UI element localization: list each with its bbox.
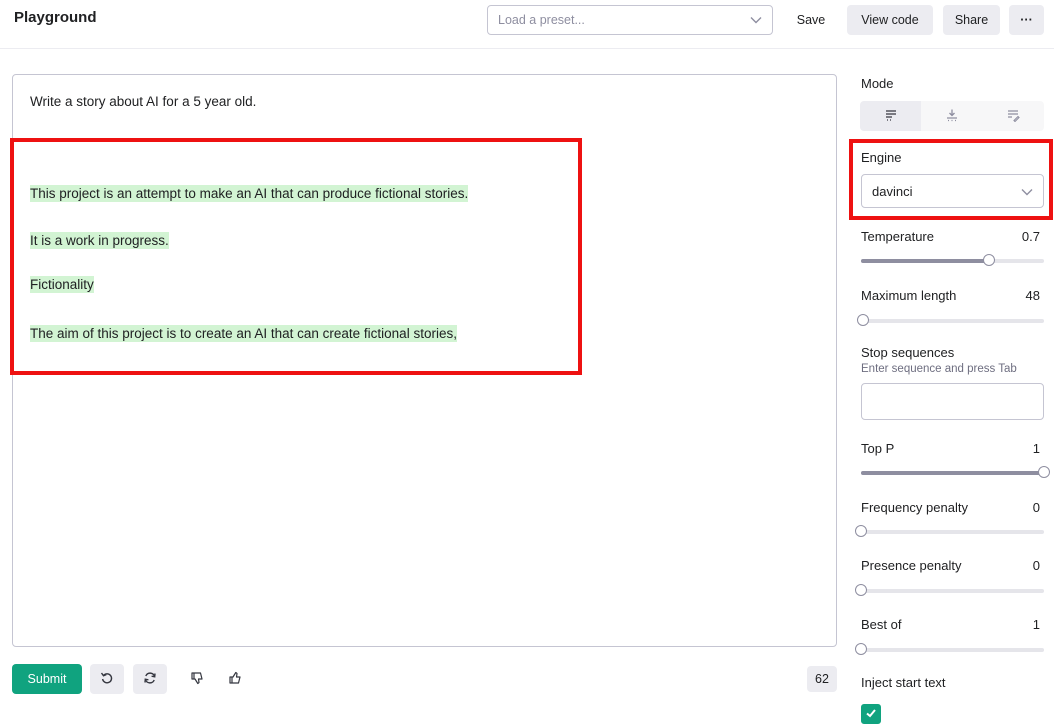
presence-penalty-label: Presence penalty	[861, 558, 962, 573]
mode-complete-button[interactable]	[860, 101, 922, 131]
engine-highlight-box	[849, 139, 1053, 220]
presence-penalty-value: 0	[1032, 558, 1040, 573]
stop-sequences-hint: Enter sequence and press Tab	[861, 363, 1017, 375]
best-of-slider[interactable]	[855, 643, 1044, 655]
temperature-label: Temperature	[861, 229, 934, 244]
header-divider	[0, 48, 1054, 49]
top-p-slider-thumb[interactable]	[1038, 466, 1050, 478]
insert-mode-icon	[945, 108, 959, 125]
best-of-slider-thumb[interactable]	[855, 643, 867, 655]
inject-start-text-label: Inject start text	[861, 675, 946, 690]
edit-mode-icon	[1006, 108, 1021, 125]
thumbs-up-icon	[228, 671, 242, 688]
save-button[interactable]: Save	[784, 5, 838, 35]
top-p-label: Top P	[861, 441, 895, 456]
temperature-slider-fill	[861, 259, 990, 263]
completion-highlight-box	[10, 138, 582, 375]
thumbs-up-button[interactable]	[218, 664, 252, 694]
prompt-text: Write a story about AI for a 5 year old.	[30, 94, 257, 109]
complete-mode-icon	[884, 108, 898, 125]
max-length-value: 48	[1025, 288, 1040, 303]
regenerate-icon	[143, 671, 157, 688]
more-options-button[interactable]: ···	[1009, 5, 1044, 35]
view-code-button[interactable]: View code	[847, 5, 933, 35]
mode-insert-button[interactable]	[921, 101, 983, 131]
temperature-slider[interactable]	[861, 254, 1044, 266]
best-of-label: Best of	[861, 617, 902, 632]
frequency-penalty-slider[interactable]	[855, 525, 1044, 537]
undo-button[interactable]	[90, 664, 124, 694]
frequency-penalty-label: Frequency penalty	[861, 500, 968, 515]
max-length-slider-thumb[interactable]	[856, 314, 869, 326]
temperature-slider-thumb[interactable]	[983, 254, 996, 266]
frequency-penalty-slider-thumb[interactable]	[855, 525, 867, 537]
stop-sequences-label: Stop sequences	[861, 345, 955, 360]
undo-icon	[100, 671, 114, 688]
mode-selector	[860, 101, 1044, 131]
frequency-penalty-value: 0	[1032, 500, 1040, 515]
max-length-slider[interactable]	[856, 314, 1044, 326]
stop-sequences-input[interactable]	[861, 383, 1044, 420]
temperature-value: 0.7	[1021, 229, 1040, 244]
more-icon: ···	[1020, 13, 1033, 27]
preset-select[interactable]: Load a preset...	[487, 5, 773, 35]
thumbs-down-icon	[190, 671, 204, 688]
checkmark-icon	[865, 707, 877, 722]
top-p-value: 1	[1032, 441, 1040, 456]
regenerate-button[interactable]	[133, 664, 167, 694]
preset-placeholder: Load a preset...	[498, 13, 585, 27]
presence-penalty-slider-thumb[interactable]	[855, 584, 867, 596]
page-title: Playground	[14, 9, 97, 26]
top-p-slider[interactable]	[861, 466, 1050, 478]
token-count-badge: 62	[807, 666, 837, 692]
best-of-value: 1	[1032, 617, 1040, 632]
inject-start-text-checkbox[interactable]	[861, 704, 881, 724]
presence-penalty-slider[interactable]	[855, 584, 1044, 596]
submit-button[interactable]: Submit	[12, 664, 82, 694]
mode-label: Mode	[861, 76, 894, 91]
chevron-down-icon	[750, 13, 762, 27]
mode-edit-button[interactable]	[982, 101, 1044, 131]
top-p-slider-fill	[861, 471, 1044, 475]
share-button[interactable]: Share	[943, 5, 1000, 35]
max-length-label: Maximum length	[861, 288, 957, 303]
thumbs-down-button[interactable]	[180, 664, 214, 694]
